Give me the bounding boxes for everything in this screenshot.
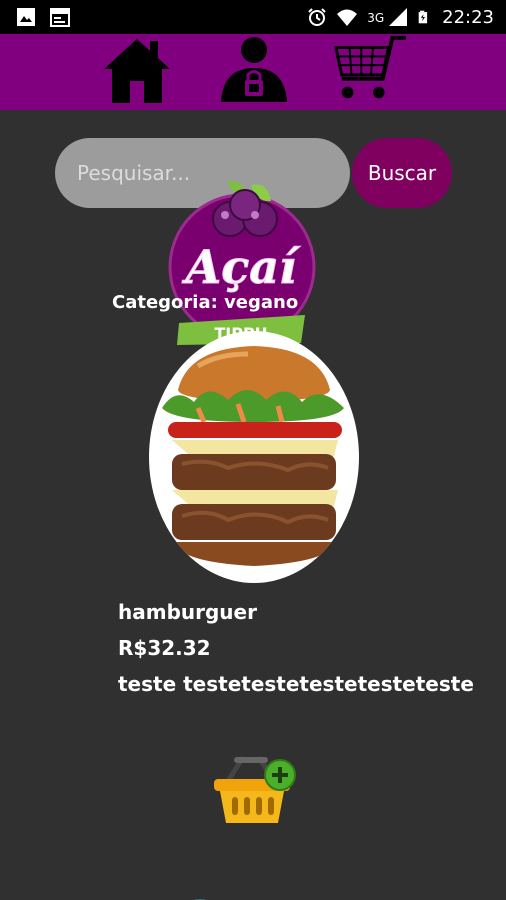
home-icon[interactable] bbox=[102, 34, 172, 106]
acai-logo: Açaí TIPPU bbox=[168, 180, 316, 345]
search-button[interactable]: Buscar bbox=[352, 138, 452, 208]
product-price: R$32.32 bbox=[118, 636, 211, 660]
user-lock-icon[interactable] bbox=[218, 36, 290, 106]
network-label: 3G bbox=[367, 10, 385, 25]
battery-icon bbox=[418, 10, 428, 24]
category-label: Categoria: vegano bbox=[112, 292, 299, 313]
cart-icon[interactable] bbox=[332, 34, 410, 106]
status-bar: 3G 22:23 bbox=[0, 0, 506, 34]
basket-add-icon[interactable] bbox=[212, 755, 300, 827]
wifi-icon bbox=[337, 9, 358, 26]
logo-text: Açaí bbox=[182, 240, 302, 294]
signal-icon bbox=[389, 8, 408, 26]
calendar-icon bbox=[50, 8, 70, 27]
alarm-icon bbox=[308, 8, 326, 26]
product-image[interactable] bbox=[148, 330, 360, 585]
next-item-image[interactable] bbox=[165, 886, 235, 900]
clock: 22:23 bbox=[442, 6, 494, 28]
product-name: hamburguer bbox=[118, 600, 257, 624]
product-description: teste testetestetestetesteteste bbox=[118, 672, 474, 696]
image-icon bbox=[17, 8, 35, 26]
top-navigation bbox=[0, 34, 506, 110]
